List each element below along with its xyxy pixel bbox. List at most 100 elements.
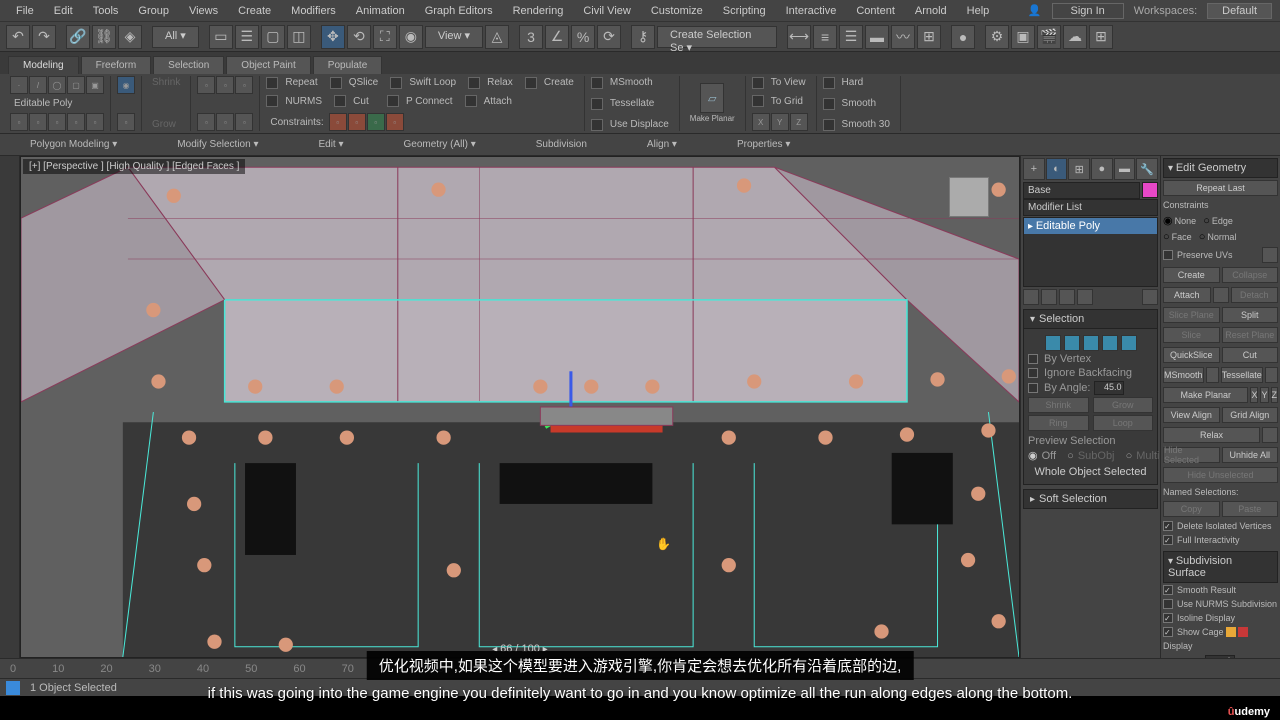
align-dropdown[interactable]: Align ▾ [647, 139, 677, 150]
cut2-btn[interactable]: Cut [1222, 347, 1279, 363]
subdiv-surface-header[interactable]: ▾ Subdivision Surface [1163, 551, 1278, 583]
cut-btn[interactable]: Cut [349, 95, 373, 108]
msmooth2-btn[interactable]: MSmooth [1163, 367, 1204, 383]
shrink-label[interactable]: Shrink [148, 76, 184, 89]
repeat-btn[interactable]: Repeat [281, 76, 321, 89]
menu-file[interactable]: File [8, 3, 42, 19]
modifier-list[interactable]: Modifier List [1023, 199, 1158, 216]
maxscript-btn[interactable] [6, 681, 20, 695]
select-button[interactable]: ▭ [209, 25, 233, 49]
c3[interactable]: ▫ [367, 113, 385, 131]
grid-align[interactable]: Grid Align [1222, 407, 1279, 423]
rotate-button[interactable]: ⟲ [347, 25, 371, 49]
element-mode[interactable]: ▣ [86, 76, 104, 94]
g1[interactable]: ▫ [197, 76, 215, 94]
toggle-ribbon-button[interactable]: ▬ [865, 25, 889, 49]
preview-multi[interactable]: Multi [1136, 450, 1159, 462]
modify-tab[interactable]: ◐ [1046, 158, 1068, 180]
viewcube[interactable] [939, 167, 999, 227]
menu-customize[interactable]: Customize [643, 3, 711, 19]
mp-x[interactable]: X [1250, 387, 1258, 403]
g4[interactable]: ▫ [197, 113, 215, 131]
menu-edit[interactable]: Edit [46, 3, 81, 19]
flip-btn[interactable]: ▫ [86, 113, 104, 131]
z-btn[interactable]: Z [790, 113, 808, 131]
constraint-normal[interactable]: Normal [1207, 232, 1236, 242]
show-end[interactable] [1041, 289, 1057, 305]
menu-rendering[interactable]: Rendering [505, 3, 572, 19]
make-planar2[interactable]: Make Planar [1163, 387, 1248, 403]
menu-arnold[interactable]: Arnold [907, 3, 955, 19]
tessellate-btn[interactable]: Tessellate [606, 97, 658, 110]
create-btn[interactable]: Create [1163, 267, 1220, 283]
preview-subobj[interactable]: SubObj [1078, 450, 1115, 462]
by-vertex[interactable]: By Vertex [1044, 353, 1091, 365]
hierarchy-tab[interactable]: ⊞ [1068, 158, 1090, 180]
toview-btn[interactable]: To View [767, 76, 810, 89]
usedisp-btn[interactable]: Use Displace [606, 118, 673, 131]
preview-off[interactable]: Off [1042, 450, 1056, 462]
tab-populate[interactable]: Populate [313, 56, 382, 74]
menu-group[interactable]: Group [130, 3, 177, 19]
vertex-mode[interactable]: · [10, 76, 28, 94]
keymode-button[interactable]: ⚷ [631, 25, 655, 49]
togrid-btn[interactable]: To Grid [767, 95, 807, 108]
layers-button[interactable]: ☰ [839, 25, 863, 49]
menu-animation[interactable]: Animation [348, 3, 413, 19]
edge-mode[interactable]: / [29, 76, 47, 94]
render-frame-button[interactable]: ▣ [1011, 25, 1035, 49]
sel-border[interactable] [1083, 335, 1099, 351]
menu-content[interactable]: Content [848, 3, 903, 19]
x-btn[interactable]: X [752, 113, 770, 131]
config-mod[interactable] [1142, 289, 1158, 305]
relax-btn[interactable]: Relax [483, 76, 517, 89]
tab-objectpaint[interactable]: Object Paint [226, 56, 310, 74]
constraint-edge[interactable]: Edge [1212, 216, 1233, 226]
full-interactivity[interactable]: Full Interactivity [1177, 535, 1240, 545]
grow-label[interactable]: Grow [148, 118, 180, 131]
relax2[interactable]: Relax [1163, 427, 1260, 443]
render-setup-button[interactable]: ⚙ [985, 25, 1009, 49]
workspace-select[interactable]: Default [1207, 3, 1272, 19]
subdivision-label[interactable]: Subdivision [536, 139, 587, 150]
reset-plane-btn[interactable]: Reset Plane [1222, 327, 1279, 343]
angle-snap-button[interactable]: ∠ [545, 25, 569, 49]
window-crossing-button[interactable]: ◫ [287, 25, 311, 49]
percent-snap-button[interactable]: % [571, 25, 595, 49]
extrude-btn[interactable]: ▫ [10, 113, 28, 131]
scale-button[interactable]: ⛶ [373, 25, 397, 49]
tab-freeform[interactable]: Freeform [81, 56, 152, 74]
hide-selected[interactable]: Hide Selected [1163, 447, 1220, 463]
mp-y[interactable]: Y [1260, 387, 1268, 403]
rattach-btn[interactable]: Attach [480, 95, 516, 108]
move-button[interactable]: ✥ [321, 25, 345, 49]
bevel-btn[interactable]: ▫ [29, 113, 47, 131]
menu-interactive[interactable]: Interactive [778, 3, 845, 19]
quickslice-btn[interactable]: QuickSlice [1163, 347, 1220, 363]
qslice-btn[interactable]: QSlice [345, 76, 382, 89]
poly-mode[interactable]: ▢ [67, 76, 85, 94]
use-nurms[interactable]: Use NURMS Subdivision [1177, 599, 1277, 609]
smooth-result[interactable]: Smooth Result [1177, 585, 1236, 595]
mirror-button[interactable]: ⟷ [787, 25, 811, 49]
pivot-button[interactable]: ◬ [485, 25, 509, 49]
redo-button[interactable]: ↷ [32, 25, 56, 49]
show-cage[interactable]: Show Cage [1177, 627, 1224, 637]
undo-button[interactable]: ↶ [6, 25, 30, 49]
other-btn[interactable]: ▫ [117, 113, 135, 131]
menu-civil[interactable]: Civil View [575, 3, 638, 19]
inset-btn[interactable]: ▫ [48, 113, 66, 131]
unlink-button[interactable]: ⛓ [92, 25, 116, 49]
split-btn[interactable]: Split [1222, 307, 1279, 323]
soft-selection-rollout[interactable]: ▸ Soft Selection [1023, 489, 1158, 509]
msmooth-opts[interactable] [1206, 367, 1219, 383]
menu-graph[interactable]: Graph Editors [417, 3, 501, 19]
swiftloop-btn[interactable]: Swift Loop [405, 76, 460, 89]
copy-sel[interactable]: Copy [1163, 501, 1220, 517]
link-button[interactable]: 🔗 [66, 25, 90, 49]
selection-set[interactable]: Create Selection Se ▾ [657, 26, 777, 48]
attach-opts[interactable] [1213, 287, 1229, 303]
preview-btn[interactable]: ◉ [117, 76, 135, 94]
menu-views[interactable]: Views [181, 3, 226, 19]
modify-selection-dropdown[interactable]: Modify Selection ▾ [177, 139, 258, 150]
